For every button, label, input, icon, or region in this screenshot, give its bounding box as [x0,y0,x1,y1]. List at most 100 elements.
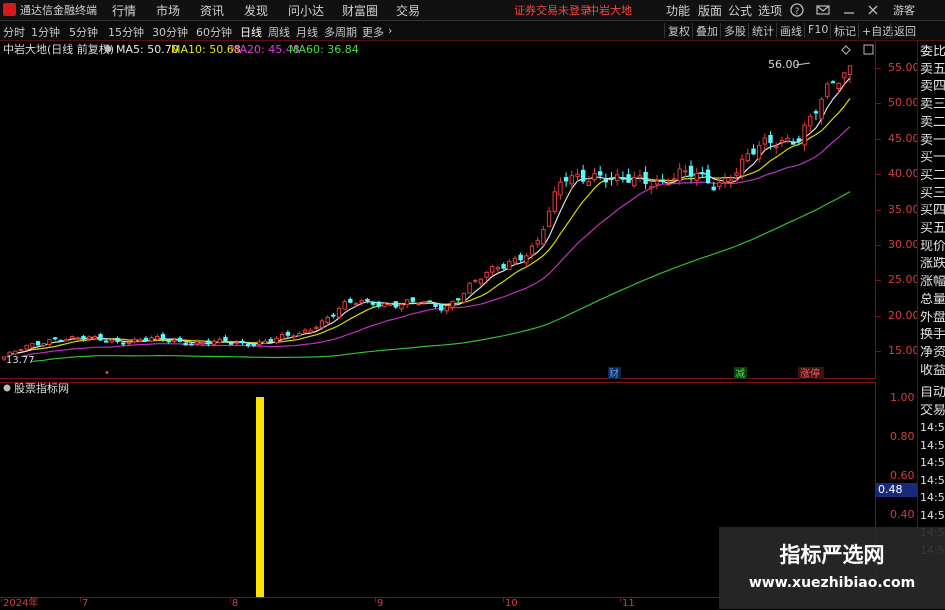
price-tick-label: 35.00 [888,202,920,216]
indicator-settings-icon[interactable] [3,384,11,392]
menu-market-quotes[interactable]: 行情 [112,2,136,19]
login-notice[interactable]: 证券交易未登录 [514,2,591,18]
trade-time-label: 14:56 [920,456,945,469]
quote-field-label[interactable]: 净资 [920,346,945,359]
price-tick-label: 25.00 [888,273,920,287]
date-tick-mark [80,598,81,602]
mail-icon[interactable] [816,3,830,17]
tab-more[interactable]: 更多 [362,24,384,40]
quote-panel: 委比卖五卖四卖三卖二卖一买一买二买三买四买五现价涨跌涨幅总量外盘换手净资收益自动… [917,41,945,609]
holding-reduction-marker[interactable]: 减 [735,368,745,379]
date-tick-mark [1,598,2,602]
trade-time-label: 14:56 [920,421,945,434]
trade-time-label: 14:56 [920,438,945,452]
f10-button[interactable]: F10 [804,23,831,38]
trade-time-label: 14:56 [920,508,945,522]
tab-1min[interactable]: 1分钟 [31,24,60,40]
quote-field-label[interactable]: 买四 [920,204,945,217]
candle [382,302,387,308]
menu-news[interactable]: 资讯 [200,2,224,19]
tab-15min[interactable]: 15分钟 [108,24,144,40]
tab-monthly[interactable]: 月线 [296,24,318,40]
close-icon[interactable] [866,3,880,17]
price-tick-mark [876,138,881,140]
high-price-label: 56.00 [768,58,800,71]
overlay-button[interactable]: 叠加 [692,23,721,38]
limit-up-marker[interactable]: 涨停 [800,367,820,379]
tab-daily[interactable]: 日线 [240,24,262,40]
quote-field-label[interactable]: 外盘 [920,311,945,324]
quote-field-label[interactable]: 买三 [920,187,945,200]
indicator-tick-label: 0.60 [890,469,915,482]
indicator-title: 股票指标网 [14,382,69,395]
tab-60min[interactable]: 60分钟 [196,24,232,40]
indicator-current-value: 0.48 [876,483,918,497]
quote-field-label[interactable]: 换手 [920,328,945,341]
period-toolbar: 分时 1分钟 5分钟 15分钟 30分钟 60分钟 日线 周线 月线 多周期 更… [0,21,945,41]
quote-field-label[interactable]: 卖三 [920,98,945,111]
quote-field-label[interactable]: 卖一 [920,134,945,147]
tab-30min[interactable]: 30分钟 [152,24,188,40]
ma60-label: MA60: 36.84 [289,43,359,56]
date-tick-label: 10 [505,598,518,609]
quote-field-label[interactable]: 现价 [920,240,945,253]
menu-ask-xiaoda[interactable]: 问小达 [288,2,324,19]
price-tick-mark [876,245,881,246]
multi-stock-button[interactable]: 多股 [720,23,749,38]
quote-field-label[interactable]: 卖二 [920,116,945,129]
price-tick-mark [876,351,881,353]
price-tick-label: 55.00 [888,61,920,74]
candle [24,344,29,350]
statistics-button[interactable]: 统计 [748,23,777,38]
date-tick-mark [375,598,376,602]
help-icon[interactable]: ? [790,3,804,17]
ma5-label: MA5: 50.70 [116,43,179,56]
adjust-button[interactable]: 复权 [664,23,693,38]
guest-label[interactable]: 游客 [893,2,915,18]
quote-field-label[interactable]: 收益 [920,364,945,377]
menu-market[interactable]: 市场 [156,2,180,19]
indicator-tick-label: 0.80 [890,430,915,443]
candle [336,306,342,320]
menu-options[interactable]: 选项 [758,2,782,19]
back-button[interactable]: 返回 [890,23,919,38]
price-tick-label: 40.00 [888,167,920,181]
settings-dot-icon[interactable] [104,45,112,53]
quote-field-label[interactable]: 委比 [920,45,945,58]
menu-functions[interactable]: 功能 [666,2,690,19]
mark-button[interactable]: 标记 [830,23,859,38]
quote-field-label[interactable]: 涨幅 [920,275,945,288]
minimize-icon[interactable] [842,3,856,17]
indicator-bars [256,397,264,597]
menu-layout[interactable]: 版面 [698,2,722,19]
quote-field-label[interactable]: 涨跌 [920,257,945,270]
quote-field-label[interactable]: 买一 [920,151,945,164]
auto-trade-label: 自动 [920,386,945,399]
quote-field-label[interactable]: 卖四 [920,80,945,93]
tab-multi-period[interactable]: 多周期 [324,24,357,40]
candlestick-chart[interactable]: 56.00 13.77 • 财 减 涨停 中岩大地(日线 前复权) MA5: 5… [0,41,876,379]
price-tick-label: 20.00 [888,308,920,322]
quote-field-label[interactable]: 总量 [920,293,945,306]
menu-formula[interactable]: 公式 [728,2,752,19]
indicator-tick-label: 1.00 [890,391,915,404]
tab-5min[interactable]: 5分钟 [69,24,98,40]
quote-field-label[interactable]: 卖五 [920,63,945,76]
indicator-signal-bar [256,397,264,597]
date-tick-label: 2024年 [3,598,39,609]
menu-wealth-circle[interactable]: 财富圈 [342,2,378,19]
quote-field-label[interactable]: 买二 [920,169,945,182]
draw-line-button[interactable]: 画线 [776,23,805,38]
candle [467,282,472,294]
chart-title: 中岩大地(日线 前复权) [3,42,114,56]
app-title: 通达信金融终端 [20,4,97,17]
tab-weekly[interactable]: 周线 [268,24,290,40]
chevron-right-icon[interactable]: › [388,24,392,37]
quote-field-label[interactable]: 买五 [920,222,945,235]
price-tick-label: 30.00 [888,238,920,251]
tab-intraday[interactable]: 分时 [3,24,25,40]
menu-trade[interactable]: 交易 [396,2,420,19]
financial-report-marker[interactable]: 财 [609,367,619,379]
menu-discover[interactable]: 发现 [244,2,268,19]
watermark-url: www.xuezhibiao.com [748,575,916,591]
